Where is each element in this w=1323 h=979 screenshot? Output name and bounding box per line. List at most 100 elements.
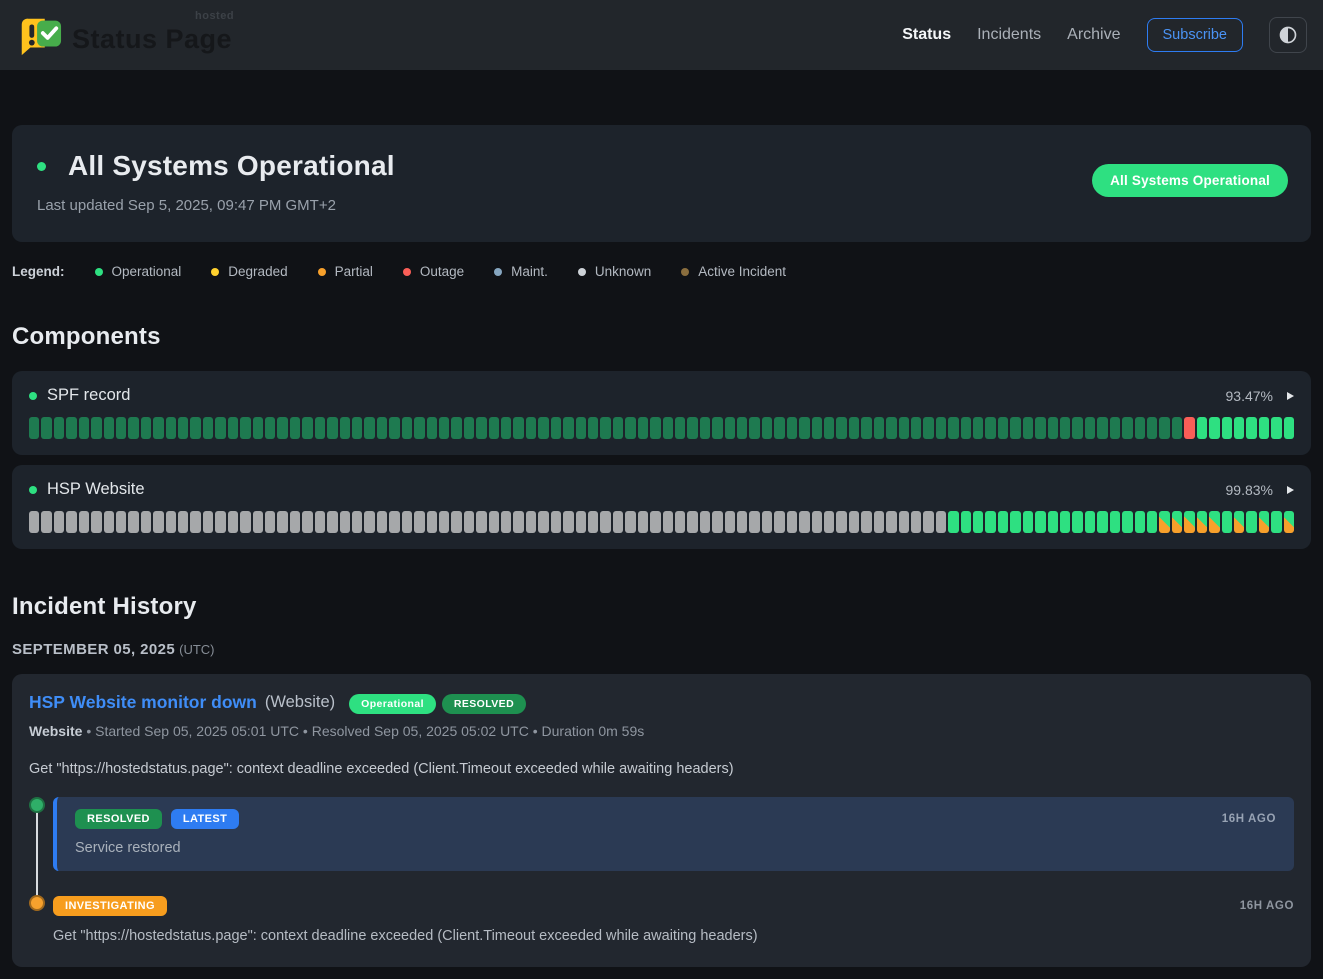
uptime-bar[interactable]: [377, 511, 387, 533]
uptime-bar[interactable]: [91, 417, 101, 439]
uptime-bar[interactable]: [1284, 417, 1294, 439]
uptime-bar[interactable]: [973, 511, 983, 533]
uptime-bar[interactable]: [190, 511, 200, 533]
uptime-bar[interactable]: [414, 417, 424, 439]
uptime-bar[interactable]: [836, 511, 846, 533]
uptime-bar[interactable]: [563, 511, 573, 533]
uptime-bar[interactable]: [54, 417, 64, 439]
uptime-bar[interactable]: [427, 511, 437, 533]
uptime-bar[interactable]: [1197, 511, 1207, 533]
uptime-bar[interactable]: [389, 511, 399, 533]
uptime-bar[interactable]: [725, 511, 735, 533]
uptime-bar[interactable]: [712, 511, 722, 533]
uptime-bar[interactable]: [998, 417, 1008, 439]
uptime-bar[interactable]: [1072, 511, 1082, 533]
theme-toggle-button[interactable]: [1269, 17, 1307, 53]
uptime-bar[interactable]: [1085, 511, 1095, 533]
uptime-bar[interactable]: [737, 417, 747, 439]
uptime-bar[interactable]: [1122, 417, 1132, 439]
uptime-bar[interactable]: [1135, 511, 1145, 533]
uptime-bar[interactable]: [973, 417, 983, 439]
uptime-bar[interactable]: [675, 417, 685, 439]
uptime-bar[interactable]: [749, 511, 759, 533]
uptime-bar[interactable]: [128, 511, 138, 533]
uptime-bar[interactable]: [489, 417, 499, 439]
uptime-bar[interactable]: [787, 417, 797, 439]
uptime-bar[interactable]: [327, 417, 337, 439]
uptime-bar[interactable]: [402, 511, 412, 533]
uptime-bar[interactable]: [352, 511, 362, 533]
uptime-bar[interactable]: [1259, 417, 1269, 439]
uptime-bar[interactable]: [650, 511, 660, 533]
uptime-bar[interactable]: [1048, 417, 1058, 439]
uptime-bar[interactable]: [551, 417, 561, 439]
uptime-bar[interactable]: [824, 511, 834, 533]
uptime-bar[interactable]: [451, 417, 461, 439]
uptime-bar[interactable]: [1035, 511, 1045, 533]
uptime-bar[interactable]: [302, 417, 312, 439]
uptime-bar[interactable]: [923, 511, 933, 533]
uptime-bar[interactable]: [489, 511, 499, 533]
uptime-bar[interactable]: [41, 511, 51, 533]
uptime-bar[interactable]: [1259, 511, 1269, 533]
uptime-bar[interactable]: [650, 417, 660, 439]
uptime-bar[interactable]: [1122, 511, 1132, 533]
uptime-bar[interactable]: [501, 417, 511, 439]
uptime-bar[interactable]: [985, 511, 995, 533]
uptime-bar[interactable]: [1110, 417, 1120, 439]
uptime-bar[interactable]: [79, 511, 89, 533]
uptime-bar[interactable]: [1097, 417, 1107, 439]
uptime-bar[interactable]: [861, 417, 871, 439]
uptime-bar[interactable]: [414, 511, 424, 533]
uptime-bar[interactable]: [203, 511, 213, 533]
uptime-bar[interactable]: [1284, 511, 1294, 533]
uptime-bar[interactable]: [874, 417, 884, 439]
uptime-bar[interactable]: [364, 511, 374, 533]
uptime-bar[interactable]: [41, 417, 51, 439]
uptime-bar[interactable]: [1010, 417, 1020, 439]
incident-title-link[interactable]: HSP Website monitor down: [29, 692, 257, 713]
uptime-bar[interactable]: [1097, 511, 1107, 533]
uptime-bar[interactable]: [141, 417, 151, 439]
uptime-bar[interactable]: [526, 417, 536, 439]
component-header-row[interactable]: HSP Website99.83%: [29, 480, 1294, 499]
uptime-bar[interactable]: [687, 511, 697, 533]
uptime-bar[interactable]: [613, 511, 623, 533]
uptime-bar[interactable]: [215, 417, 225, 439]
uptime-bar[interactable]: [1159, 417, 1169, 439]
uptime-bar[interactable]: [824, 417, 834, 439]
uptime-bar[interactable]: [725, 417, 735, 439]
uptime-bar[interactable]: [1048, 511, 1058, 533]
uptime-bar[interactable]: [961, 417, 971, 439]
uptime-bar[interactable]: [203, 417, 213, 439]
uptime-bar[interactable]: [576, 417, 586, 439]
uptime-bar[interactable]: [1060, 417, 1070, 439]
uptime-bar[interactable]: [364, 417, 374, 439]
uptime-bar[interactable]: [1060, 511, 1070, 533]
uptime-bar[interactable]: [911, 511, 921, 533]
uptime-bar[interactable]: [787, 511, 797, 533]
uptime-bar[interactable]: [961, 511, 971, 533]
uptime-bar[interactable]: [836, 417, 846, 439]
nav-link-status[interactable]: Status: [902, 26, 951, 44]
uptime-bar[interactable]: [737, 511, 747, 533]
uptime-bar[interactable]: [948, 417, 958, 439]
uptime-bar[interactable]: [1085, 417, 1095, 439]
uptime-bar[interactable]: [315, 511, 325, 533]
uptime-bar[interactable]: [277, 511, 287, 533]
uptime-bar[interactable]: [327, 511, 337, 533]
uptime-bar[interactable]: [402, 417, 412, 439]
uptime-bar[interactable]: [849, 417, 859, 439]
uptime-bar[interactable]: [54, 511, 64, 533]
uptime-bar[interactable]: [700, 417, 710, 439]
uptime-bar[interactable]: [625, 417, 635, 439]
uptime-bar[interactable]: [638, 417, 648, 439]
uptime-bar[interactable]: [240, 417, 250, 439]
uptime-bar[interactable]: [625, 511, 635, 533]
uptime-bar[interactable]: [588, 511, 598, 533]
uptime-bar[interactable]: [104, 511, 114, 533]
uptime-bar[interactable]: [663, 511, 673, 533]
uptime-bar[interactable]: [576, 511, 586, 533]
uptime-bar[interactable]: [1072, 417, 1082, 439]
uptime-bar[interactable]: [116, 417, 126, 439]
